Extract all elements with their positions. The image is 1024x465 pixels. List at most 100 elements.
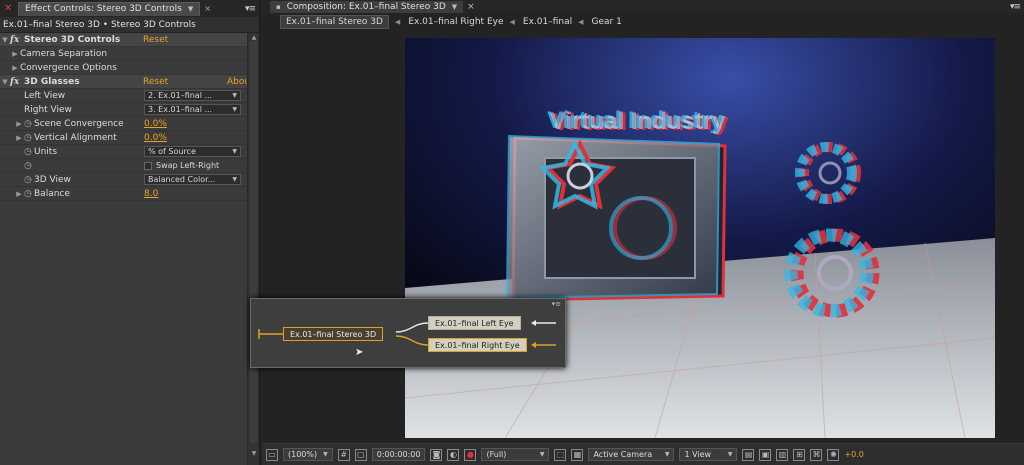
grid-icon[interactable]: # [337,448,350,461]
composition-tabbar: ▪ Composition: Ex.01–final Stereo 3D ▼ ×… [262,0,1024,13]
effect-properties-list: ▼ fx Stereo 3D Controls Reset ▶ Camera S… [0,33,250,465]
checkbox-box[interactable] [144,161,152,170]
scroll-down-icon[interactable]: ▼ [248,450,260,457]
property-left-view: Left View 2. Ex.01–final ... ▼ [0,89,248,103]
property-label: Units [34,146,58,157]
scene-title: Virtual Industry [550,108,726,135]
stopwatch-icon[interactable]: ◷ [24,175,34,185]
crumb-right-eye[interactable]: Ex.01–final Right Eye [408,17,503,27]
lock-icon[interactable]: ▪ [276,3,281,11]
twirl-right-icon[interactable]: ▶ [10,50,20,58]
effect-row-3d-glasses[interactable]: ▼ fx 3D Glasses Reset Abou [0,75,250,89]
region-icon[interactable]: ⬚ [554,448,567,461]
effect-controls-scrollbar[interactable]: ▲ ▼ [247,33,259,465]
camera-icon[interactable]: ◙ [430,448,443,461]
mini-flowchart: ▾≡ Ex.01–final Stereo 3D Ex.01–final Lef… [250,298,566,368]
effect-row-stereo-3d-controls[interactable]: ▼ fx Stereo 3D Controls Reset [0,33,248,47]
pixel-aspect-icon[interactable]: ▤ [742,448,755,461]
always-preview-icon[interactable]: ▭ [266,448,278,461]
camera-value: Active Camera [593,450,653,459]
timecode[interactable]: 0:00:00:00 [371,448,426,461]
tab-composition[interactable]: ▪ Composition: Ex.01–final Stereo 3D ▼ [270,0,464,13]
3d-view-dropdown[interactable]: Balanced Color... ▼ [144,174,241,185]
crumb-stereo-3d[interactable]: Ex.01–final Stereo 3D [280,15,389,29]
property-scene-convergence: ▶ ◷ Scene Convergence 0.0% [0,117,248,131]
panel-menu-icon[interactable]: ▾≡ [1010,2,1021,12]
right-view-dropdown[interactable]: 3. Ex.01–final ... ▼ [144,104,241,115]
twirl-right-icon[interactable]: ▶ [14,190,24,198]
magnification-dropdown[interactable]: (100%) ▼ [283,448,333,461]
tab-effect-controls-label: Effect Controls: Stereo 3D Controls [25,4,182,14]
stopwatch-icon[interactable]: ◷ [24,147,34,157]
composition-navigator: Ex.01–final Stereo 3D ◀ Ex.01–final Righ… [262,13,1024,31]
composition-viewer[interactable]: Virtual Industry Virtual Industry Virtua… [405,38,995,438]
stopwatch-icon[interactable]: ◷ [24,133,34,143]
fx-icon[interactable]: fx [10,35,24,45]
tab-close-icon[interactable]: × [467,2,475,12]
chevron-down-icon[interactable]: ▼ [452,3,457,11]
chevron-down-icon[interactable]: ▼ [188,5,193,13]
timeline-icon[interactable]: ▥ [776,448,789,461]
chevron-down-icon: ▼ [232,148,237,155]
group-convergence-options[interactable]: ▶ Convergence Options [0,61,248,75]
breadcrumb: Ex.01–final Stereo 3D • Stereo 3D Contro… [0,17,259,33]
units-dropdown[interactable]: % of Source ▼ [144,146,241,157]
crumb-gear-1[interactable]: Gear 1 [592,17,622,27]
twirl-down-icon[interactable]: ▼ [0,78,10,86]
property-label: Scene Convergence [34,118,124,129]
group-label: Convergence Options [20,62,117,73]
reset-button[interactable]: Reset [143,77,168,87]
group-camera-separation[interactable]: ▶ Camera Separation [0,47,248,61]
chevron-down-icon: ▼ [232,92,237,99]
twirl-down-icon[interactable]: ▼ [0,36,10,44]
balance-value[interactable]: 8.0 [144,189,158,199]
view-layout-dropdown[interactable]: 1 View ▼ [679,448,738,461]
exposure-icon[interactable]: ✺ [827,448,840,461]
dropdown-value: Balanced Color... [148,175,216,184]
chevron-down-icon: ▼ [664,451,670,458]
resolution-dropdown[interactable]: (Full) ▼ [481,448,550,461]
dropdown-value: % of Source [148,147,196,156]
swap-left-right-checkbox[interactable]: Swap Left-Right [144,161,219,170]
chevron-down-icon: ▼ [727,451,733,458]
scene-convergence-value[interactable]: 0.0% [144,119,167,129]
flowchart-node-right-eye[interactable]: Ex.01–final Right Eye [428,338,527,352]
twirl-right-icon[interactable]: ▶ [14,134,24,142]
left-view-dropdown[interactable]: 2. Ex.01–final ... ▼ [144,90,241,101]
chevron-down-icon: ▼ [323,451,328,458]
flowchart-icon[interactable]: ⌘ [810,448,823,461]
vertical-alignment-value[interactable]: 0.0% [144,133,167,143]
exposure-value[interactable]: +0.0 [844,450,863,459]
crumb-final[interactable]: Ex.01–final [523,17,572,27]
fx-icon[interactable]: fx [10,77,24,87]
close-icon[interactable]: ✕ [4,3,14,14]
stopwatch-icon[interactable]: ◷ [24,119,34,129]
scroll-up-icon[interactable]: ▲ [248,34,260,41]
property-vertical-alignment: ▶ ◷ Vertical Alignment 0.0% [0,131,248,145]
flowchart-node-stereo-3d[interactable]: Ex.01–final Stereo 3D [283,327,384,341]
property-label: 3D View [34,174,71,185]
mouse-cursor-icon: ➤ [355,347,364,358]
fast-previews-icon[interactable]: ▣ [759,448,772,461]
property-balance: ▶ ◷ Balance 8.0 [0,187,248,201]
twirl-right-icon[interactable]: ▶ [10,64,20,72]
transparency-grid-icon[interactable]: ▦ [571,448,584,461]
camera-dropdown[interactable]: Active Camera ▼ [588,448,675,461]
tab-close-icon[interactable]: × [204,4,211,13]
panel-menu-icon[interactable]: ▾≡ [245,4,256,14]
flowchart-node-left-eye[interactable]: Ex.01–final Left Eye [428,316,521,330]
reset-button[interactable]: Reset [143,35,168,45]
property-label: Vertical Alignment [34,132,117,143]
snapshot-icon[interactable]: ◐ [447,448,460,461]
mask-visibility-icon[interactable]: ▢ [354,448,367,461]
dropdown-value: 2. Ex.01–final ... [148,91,213,100]
twirl-right-icon[interactable]: ▶ [14,120,24,128]
color-channel-icon[interactable]: ● [464,448,477,461]
stopwatch-icon[interactable]: ◷ [24,189,34,199]
stopwatch-icon[interactable]: ◷ [24,161,34,171]
scrollbar-thumb[interactable] [250,41,257,443]
tab-effect-controls[interactable]: Effect Controls: Stereo 3D Controls ▼ [18,1,201,16]
comp-flowchart-icon[interactable]: ⊞ [793,448,806,461]
arrow-left-icon: ◀ [394,18,401,26]
chevron-down-icon: ▼ [232,176,237,183]
